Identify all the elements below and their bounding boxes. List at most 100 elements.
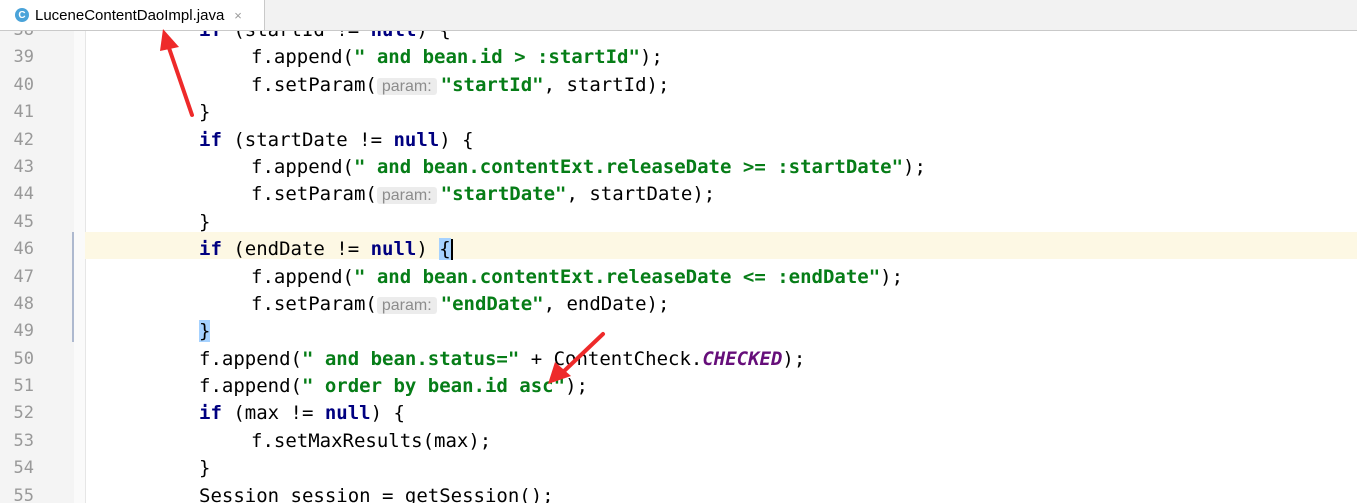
line-number[interactable]: 47: [0, 264, 34, 291]
code-token: , startId);: [543, 73, 670, 96]
file-tab[interactable]: C LuceneContentDaoImpl.java ×: [0, 0, 265, 30]
code-token: null: [371, 31, 417, 41]
code-token: , startDate);: [566, 183, 716, 206]
line-number[interactable]: 43: [0, 154, 34, 181]
code-token: "startId": [440, 73, 544, 96]
code-token: " and bean.status=": [301, 347, 520, 370]
code-token: );: [880, 265, 904, 288]
code-token: if: [199, 402, 222, 425]
code-line[interactable]: 41}: [0, 99, 1357, 126]
code-token: (max !=: [221, 402, 325, 425]
text-caret: [450, 239, 453, 261]
code-text: f.append(" order by bean.id asc");: [199, 373, 588, 400]
code-line[interactable]: 38 if (startId != null) {: [0, 31, 1357, 44]
code-text: f.append(" and bean.id > :startId");: [251, 44, 663, 71]
code-token: " and bean.contentExt.releaseDate <= :en…: [353, 265, 881, 288]
code-token: (endDate !=: [221, 238, 371, 261]
code-token: "startDate": [440, 183, 567, 206]
code-token: f.setMaxResults(max);: [251, 429, 492, 452]
code-line[interactable]: 47 f.append(" and bean.contentExt.release…: [0, 264, 1357, 291]
code-token: null: [370, 238, 417, 261]
code-token: (startDate !=: [221, 128, 394, 151]
code-line[interactable]: 40 f.setParam(param: "startId", startId);: [0, 72, 1357, 99]
code-token: CHECKED: [702, 347, 783, 370]
code-line[interactable]: 45}: [0, 209, 1357, 236]
line-number[interactable]: 42: [0, 127, 34, 154]
code-token: " and bean.id > :startId": [353, 46, 640, 69]
code-token: ) {: [439, 128, 474, 151]
code-text: if (startDate != null) {: [199, 127, 474, 154]
line-number[interactable]: 39: [0, 44, 34, 71]
code-line[interactable]: 50 f.append(" and bean.status=" + Content…: [0, 346, 1357, 373]
code-token: (startId !=: [233, 31, 370, 41]
line-number[interactable]: 52: [0, 400, 34, 427]
code-text: }: [199, 99, 210, 126]
code-token: , endDate);: [543, 292, 670, 315]
code-token: "endDate": [440, 292, 544, 315]
code-editor[interactable]: 38if (startId != null) {39f.append(" and…: [0, 31, 1357, 503]
code-text: f.setParam(param: "startId", startId);: [251, 72, 669, 100]
code-token: }: [199, 320, 211, 343]
editor-tab-bar: C LuceneContentDaoImpl.java ×: [0, 0, 1357, 31]
line-number[interactable]: 46: [0, 236, 34, 263]
code-text: if (max != null) {: [199, 400, 405, 427]
line-number[interactable]: 53: [0, 428, 34, 455]
code-token: );: [639, 46, 663, 69]
code-line[interactable]: 49}: [0, 318, 1357, 345]
line-number[interactable]: 55: [0, 483, 34, 503]
code-token: f.append(: [251, 155, 354, 178]
parameter-hint: param:: [376, 296, 437, 314]
code-token: f.append(: [251, 265, 354, 288]
code-line[interactable]: 51 f.append(" order by bean.id asc");: [0, 373, 1357, 400]
line-number[interactable]: 44: [0, 181, 34, 208]
code-token: null: [393, 128, 440, 151]
code-token: + ContentCheck.: [519, 347, 703, 370]
code-line[interactable]: 54}: [0, 455, 1357, 482]
code-token: );: [565, 375, 588, 398]
line-number[interactable]: 50: [0, 346, 34, 373]
code-line[interactable]: 42 if (startDate != null) {: [0, 127, 1357, 154]
line-number[interactable]: 45: [0, 209, 34, 236]
code-token: );: [903, 155, 926, 178]
code-token: }: [199, 210, 211, 233]
line-number[interactable]: 54: [0, 455, 34, 482]
line-number[interactable]: 51: [0, 373, 34, 400]
code-line[interactable]: 53 f.setMaxResults(max);: [0, 428, 1357, 455]
code-token: if: [199, 238, 222, 261]
line-number[interactable]: 49: [0, 318, 34, 345]
code-token: f.append(: [199, 347, 302, 370]
code-line[interactable]: 39 f.append(" and bean.id > :startId");: [0, 44, 1357, 71]
code-token: f.append(: [251, 46, 354, 69]
code-token: }: [199, 457, 211, 480]
code-token: f.setParam(: [251, 73, 377, 96]
code-text: f.setMaxResults(max);: [251, 428, 491, 455]
code-token: );: [782, 347, 806, 370]
code-line[interactable]: 48 f.setParam(param: "endDate", endDate);: [0, 291, 1357, 318]
close-icon[interactable]: ×: [234, 8, 242, 23]
code-token: ): [416, 238, 440, 261]
code-text: f.setParam(param: "endDate", endDate);: [251, 291, 669, 319]
code-text: f.append(" and bean.contentExt.releaseDa…: [251, 264, 903, 291]
line-number[interactable]: 40: [0, 72, 34, 99]
code-token: " order by bean.id asc": [301, 375, 566, 398]
code-line[interactable]: 55 Session session = getSession();: [0, 483, 1357, 503]
file-tab-title: LuceneContentDaoImpl.java: [35, 6, 225, 24]
code-line[interactable]: 46 if (endDate != null) {: [0, 236, 1357, 263]
code-text: }: [199, 318, 211, 345]
code-token: Session session = getSession();: [199, 484, 554, 503]
code-token: if: [199, 128, 222, 151]
code-text: if (endDate != null) {: [199, 236, 453, 263]
code-text: Session session = getSession();: [199, 483, 554, 503]
code-text: if (startId != null) {: [199, 31, 451, 44]
parameter-hint: param:: [376, 77, 437, 95]
java-class-icon: C: [15, 8, 29, 22]
line-number[interactable]: 41: [0, 99, 34, 126]
code-text: f.setParam(param: "startDate", startDate)…: [251, 181, 715, 209]
line-number[interactable]: 38: [0, 31, 34, 44]
code-token: f.setParam(: [251, 292, 377, 315]
code-token: f.setParam(: [251, 183, 377, 206]
code-line[interactable]: 52 if (max != null) {: [0, 400, 1357, 427]
code-line[interactable]: 44 f.setParam(param: "startDate", startDat…: [0, 181, 1357, 208]
code-line[interactable]: 43 f.append(" and bean.contentExt.release…: [0, 154, 1357, 181]
line-number[interactable]: 48: [0, 291, 34, 318]
